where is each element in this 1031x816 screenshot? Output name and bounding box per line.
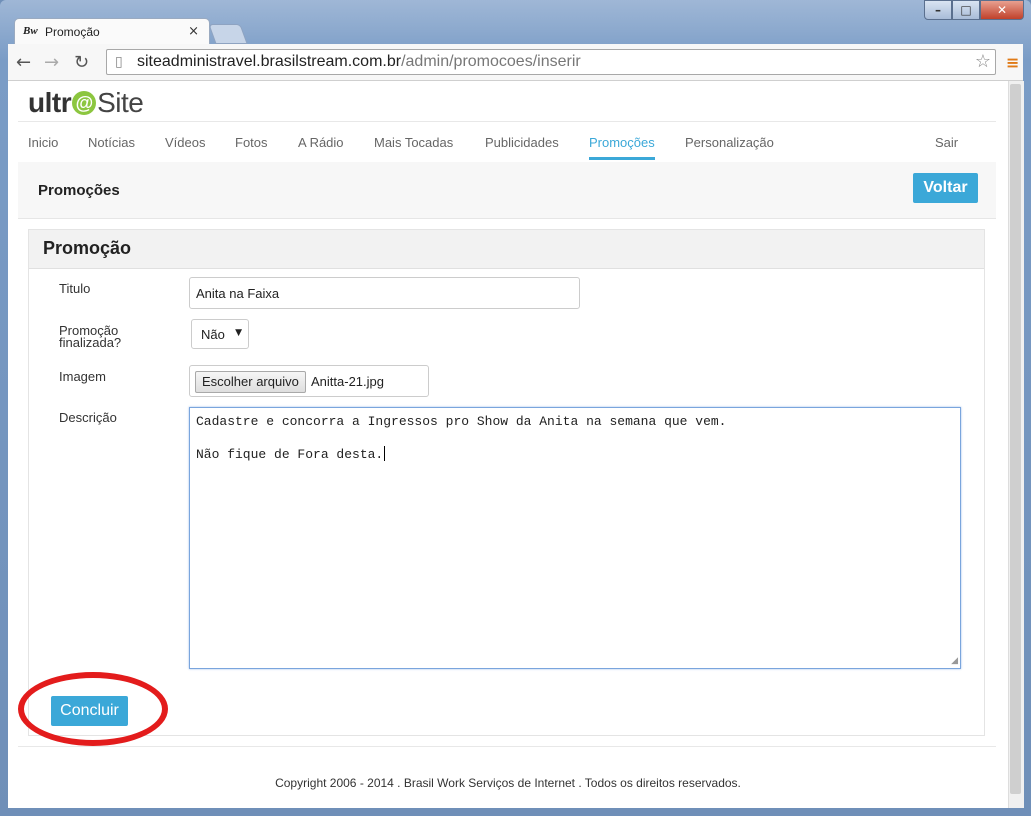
divider — [18, 746, 996, 747]
imagem-label: Imagem — [59, 369, 106, 384]
site-logo[interactable]: ultr @ Site — [28, 87, 144, 119]
descricao-textarea[interactable]: Cadastre e concorra a Ingressos pro Show… — [189, 407, 961, 669]
footer-copyright: Copyright 2006 - 2014 . Brasil Work Serv… — [275, 776, 741, 790]
file-input[interactable]: Escolher arquivo Anitta-21.jpg — [189, 365, 429, 397]
active-tab-indicator — [589, 157, 655, 160]
descricao-line-2: Não fique de Fora desta. — [196, 447, 384, 462]
divider — [18, 121, 996, 122]
reload-icon[interactable]: ↻ — [74, 52, 89, 73]
nav-item-videos[interactable]: Vídeos — [165, 135, 205, 150]
back-arrow-icon[interactable]: ← — [16, 52, 31, 73]
scrollbar-thumb[interactable] — [1010, 84, 1021, 794]
close-tab-icon[interactable]: × — [188, 24, 199, 39]
minimize-button[interactable]: – — [924, 0, 952, 20]
browser-tab[interactable]: Bw Promoção × — [14, 18, 210, 44]
nav-item-a-radio[interactable]: A Rádio — [298, 135, 344, 150]
descricao-line-2-wrap: Não fique de Fora desta. — [196, 446, 386, 462]
titulo-input[interactable] — [189, 277, 580, 309]
nav-item-fotos[interactable]: Fotos — [235, 135, 268, 150]
logo-text-1: ultr — [28, 87, 72, 118]
nav-item-noticias[interactable]: Notícias — [88, 135, 135, 150]
choose-file-button[interactable]: Escolher arquivo — [195, 371, 306, 393]
close-window-button[interactable]: ✕ — [980, 0, 1024, 20]
dropdown-arrow-icon: ▼ — [235, 328, 242, 338]
highlight-circle — [18, 672, 168, 746]
nav-item-promocoes[interactable]: Promoções — [589, 135, 655, 150]
descricao-line-1: Cadastre e concorra a Ingressos pro Show… — [196, 414, 727, 429]
page-icon: ▯ — [115, 54, 123, 70]
finalizada-label: Promoção finalizada? — [59, 323, 122, 350]
tab-bar: Bw Promoção × – □ ✕ — [0, 0, 1031, 44]
nav-item-inicio[interactable]: Inicio — [28, 135, 58, 150]
url-text: siteadministravel.brasilstream.com.br/ad… — [137, 53, 581, 71]
panel-header — [29, 230, 984, 269]
nav-item-personalizacao[interactable]: Personalização — [685, 135, 774, 150]
maximize-button[interactable]: □ — [952, 0, 980, 20]
descricao-label: Descrição — [59, 410, 117, 425]
favicon-icon: Bw — [23, 25, 38, 37]
back-button[interactable]: Voltar — [913, 173, 978, 203]
logo-text-2: Site — [97, 87, 144, 118]
bookmark-star-icon[interactable]: ☆ — [975, 51, 991, 72]
page-viewport: ultr @ Site Inicio Notícias Vídeos Fotos A… — [8, 81, 1008, 808]
file-name: Anitta-21.jpg — [311, 374, 384, 389]
forward-arrow-icon[interactable]: → — [44, 52, 59, 73]
page-title: Promoções — [38, 182, 120, 199]
tab-title: Promoção — [45, 25, 100, 39]
browser-menu-icon[interactable]: ≡ — [1006, 53, 1019, 72]
nav-item-publicidades[interactable]: Publicidades — [485, 135, 559, 150]
url-host: siteadministravel.brasilstream.com.br — [137, 53, 402, 70]
browser-toolbar: ← → ↻ ▯ siteadministravel.brasilstream.c… — [8, 44, 1023, 81]
address-bar[interactable]: ▯ siteadministravel.brasilstream.com.br/… — [106, 49, 996, 75]
finalizada-value: Não — [201, 327, 225, 342]
nav-item-mais-tocadas[interactable]: Mais Tocadas — [374, 135, 453, 150]
logo-at-icon: @ — [72, 91, 97, 115]
finalizada-select[interactable]: Não ▼ — [191, 319, 249, 349]
resize-grip-icon[interactable]: ◢ — [951, 656, 958, 666]
nav-item-sair[interactable]: Sair — [935, 135, 958, 150]
url-path: /admin/promocoes/inserir — [401, 53, 581, 70]
new-tab-button[interactable] — [208, 24, 248, 44]
page-header — [18, 162, 996, 219]
text-caret — [384, 446, 386, 461]
panel-title: Promoção — [43, 238, 132, 258]
titulo-label: Titulo — [59, 281, 91, 296]
